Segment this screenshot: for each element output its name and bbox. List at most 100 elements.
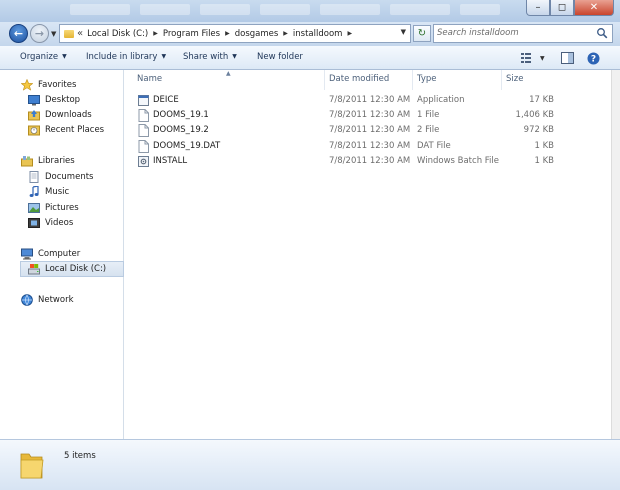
documents-icon <box>28 171 40 183</box>
help-button[interactable]: ? <box>587 50 600 66</box>
column-divider[interactable] <box>501 70 502 90</box>
breadcrumb-item[interactable]: Local Disk (C:) <box>87 29 148 39</box>
file-date: 7/8/2011 12:30 AM <box>329 141 411 151</box>
breadcrumb-separator-icon[interactable]: ▶ <box>283 30 288 37</box>
file-date: 7/8/2011 12:30 AM <box>329 110 411 120</box>
table-row[interactable]: INSTALL 7/8/2011 12:30 AM Windows Batch … <box>124 154 611 169</box>
chevron-down-icon: ▼ <box>540 54 545 62</box>
file-date: 7/8/2011 12:30 AM <box>329 95 411 105</box>
column-header-type[interactable]: Type <box>417 70 437 88</box>
organize-button[interactable]: Organize ▼ <box>20 52 67 62</box>
share-with-button[interactable]: Share with ▼ <box>183 52 237 62</box>
nav-label: Favorites <box>38 80 77 90</box>
vertical-scrollbar[interactable] <box>611 70 620 439</box>
folder-icon <box>20 453 44 479</box>
column-header-size[interactable]: Size <box>506 70 523 88</box>
breadcrumb-separator-icon[interactable]: ▶ <box>153 30 158 37</box>
preview-pane-icon <box>561 52 574 64</box>
recent-places-icon <box>28 124 40 136</box>
column-divider[interactable] <box>324 70 325 90</box>
breadcrumb-item[interactable]: Program Files <box>163 29 220 39</box>
pictures-icon <box>28 202 40 214</box>
nav-computer[interactable]: Computer <box>21 247 80 261</box>
nav-favorites[interactable]: Favorites <box>21 78 76 92</box>
back-arrow-icon: ← <box>13 27 24 40</box>
item-count: 5 items <box>64 451 96 461</box>
column-header-label: Size <box>506 74 524 84</box>
nav-local-disk[interactable]: Local Disk (C:) <box>28 262 106 276</box>
table-row[interactable]: DEICE 7/8/2011 12:30 AM Application 17 K… <box>124 93 611 108</box>
breadcrumb-item[interactable]: dosgames <box>235 29 279 39</box>
address-dropdown-icon[interactable]: ▼ <box>401 28 406 36</box>
address-bar[interactable]: « Local Disk (C:) ▶ Program Files ▶ dosg… <box>59 24 411 43</box>
column-header-date[interactable]: Date modified <box>329 70 389 88</box>
change-view-button[interactable]: ▼ <box>520 50 545 66</box>
table-row[interactable]: DOOMS_19.1 7/8/2011 12:30 AM 1 File 1,40… <box>124 108 611 123</box>
maximize-button[interactable]: ◻ <box>550 0 574 16</box>
nav-documents[interactable]: Documents <box>28 170 93 184</box>
folder-icon <box>64 29 74 38</box>
table-row[interactable]: DOOMS_19.2 7/8/2011 12:30 AM 2 File 972 … <box>124 123 611 138</box>
file-icon <box>138 124 149 137</box>
nav-label: Recent Places <box>45 125 105 135</box>
nav-label: Libraries <box>38 156 75 166</box>
nav-network[interactable]: Network <box>21 293 74 307</box>
include-in-library-label: Include in library <box>86 52 158 62</box>
nav-label: Desktop <box>45 95 81 105</box>
file-date: 7/8/2011 12:30 AM <box>329 156 411 166</box>
file-size: 1,406 KB <box>515 110 554 120</box>
nav-label: Music <box>45 187 70 197</box>
breadcrumb-separator-icon[interactable]: ▶ <box>225 30 230 37</box>
background-taskbar-ghost <box>390 4 450 15</box>
breadcrumb-item[interactable]: installdoom <box>293 29 343 39</box>
nav-music[interactable]: Music <box>28 185 69 199</box>
column-header-name[interactable]: Name <box>137 70 162 88</box>
new-folder-button[interactable]: New folder <box>257 52 303 62</box>
nav-pictures[interactable]: Pictures <box>28 201 79 215</box>
search-input[interactable] <box>437 26 587 40</box>
table-row[interactable]: DOOMS_19.DAT 7/8/2011 12:30 AM DAT File … <box>124 139 611 154</box>
new-folder-label: New folder <box>257 52 303 62</box>
command-bar: Organize ▼ Include in library ▼ Share with… <box>0 46 620 70</box>
maximize-icon: ◻ <box>557 2 567 13</box>
nav-videos[interactable]: Videos <box>28 216 73 230</box>
file-type: Application <box>417 95 465 105</box>
nav-libraries[interactable]: Libraries <box>21 154 75 168</box>
preview-pane-button[interactable] <box>561 50 574 66</box>
minimize-icon: – <box>535 2 541 13</box>
details-pane: 5 items <box>0 439 620 490</box>
background-taskbar-ghost <box>260 4 310 15</box>
file-list: Name ▲ Date modified Type Size DEICE 7/8… <box>124 70 611 439</box>
close-button[interactable]: ✕ <box>574 0 614 16</box>
file-name: DOOMS_19.DAT <box>153 141 221 151</box>
application-icon <box>138 95 149 106</box>
search-box[interactable] <box>433 24 613 43</box>
breadcrumb: Local Disk (C:) ▶ Program Files ▶ dosgam… <box>87 29 357 39</box>
breadcrumb-separator-icon[interactable]: ▶ <box>347 30 352 37</box>
chevron-down-icon: ▼ <box>51 30 57 38</box>
column-divider[interactable] <box>412 70 413 90</box>
close-icon: ✕ <box>589 2 599 13</box>
breadcrumb-overflow[interactable]: « <box>77 28 83 39</box>
chevron-down-icon: ▼ <box>62 53 67 60</box>
sort-ascending-icon: ▲ <box>226 70 231 77</box>
nav-desktop[interactable]: Desktop <box>28 93 80 107</box>
refresh-button[interactable]: ↻ <box>413 25 431 42</box>
navigation-pane: Favorites Desktop Downloads Recent Place… <box>0 70 124 439</box>
nav-recent-places[interactable]: Recent Places <box>28 123 104 137</box>
recent-pages-dropdown[interactable]: ▼ <box>51 30 56 38</box>
file-type: 2 File <box>417 125 440 135</box>
file-name: INSTALL <box>153 156 188 166</box>
share-with-label: Share with <box>183 52 229 62</box>
file-type: DAT File <box>417 141 451 151</box>
include-in-library-button[interactable]: Include in library ▼ <box>86 52 166 62</box>
file-date: 7/8/2011 12:30 AM <box>329 125 411 135</box>
search-icon[interactable] <box>596 27 608 39</box>
minimize-button[interactable]: – <box>526 0 550 16</box>
nav-label: Downloads <box>45 110 92 120</box>
navigation-bar: ← → ▼ « Local Disk (C:) ▶ Program Files … <box>0 22 620 46</box>
forward-button[interactable]: → <box>30 24 49 43</box>
back-button[interactable]: ← <box>9 24 28 43</box>
star-icon <box>21 79 33 91</box>
nav-downloads[interactable]: Downloads <box>28 108 92 122</box>
